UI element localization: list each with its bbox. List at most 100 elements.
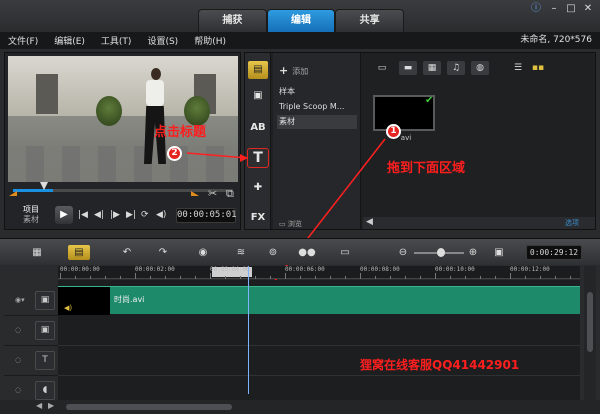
folder-item[interactable]: 素材 [277,115,357,129]
show-photos-icon[interactable]: ▦ [423,61,441,75]
video-track-lane[interactable]: ◀) 时尚.avi [58,280,580,315]
collapse-arrow-icon[interactable]: ◀ [366,217,373,227]
video-track-icon[interactable]: ▣ [35,291,55,310]
ruler-tick [75,276,76,279]
speaker-icon: ◀) [64,304,73,312]
next-frame-icon[interactable]: |▶ [110,210,120,220]
track-visibility-icon[interactable]: ◌ [15,356,21,364]
track-visibility-icon[interactable]: ◌ [15,386,21,394]
annotation-watermark: 狸窝在线客服QQ41442901 [360,358,520,372]
transition-ab-icon[interactable]: AB [248,119,268,137]
motion-tracking-icon[interactable]: ⊚ [262,245,284,260]
subtitle-editor-icon[interactable]: ▭ [334,245,356,260]
close-icon[interactable]: ✕ [580,2,596,16]
scrollbar-thumb[interactable] [66,404,232,410]
ruler-tick [375,276,376,279]
menu-help[interactable]: 帮助(H) [186,34,234,47]
scrollbar-thumb[interactable] [587,292,593,352]
preview-scrub-bar[interactable] [13,189,233,192]
menu-edit[interactable]: 编辑(E) [46,34,93,47]
voice-track-icon[interactable]: ◖ [35,381,55,400]
fx-filter-icon[interactable]: FX [248,209,268,227]
ruler-tick [510,273,511,279]
zoom-out-icon[interactable]: ⊖ [392,245,414,260]
timeline-horizontal-scrollbar[interactable]: ◀ ▶ [0,400,600,414]
folder-item[interactable]: Triple Scoop M... [279,100,359,114]
video-clip[interactable]: ◀) 时尚.avi [58,286,580,315]
tab-capture[interactable]: 捕获 [198,9,267,32]
mode-project[interactable]: 项目 [23,205,39,215]
ruler-tick [555,276,556,279]
ruler-label: 00:00:04:00 [210,266,250,273]
tab-share[interactable]: 共享 [335,9,405,32]
browse-button[interactable]: ▭ 浏览 [279,219,302,229]
zoom-slider-knob[interactable] [437,248,445,257]
menu-tools[interactable]: 工具(T) [93,34,140,47]
record-capture-icon[interactable]: ◉ [192,245,214,260]
preview-timecode[interactable]: 00:00:05:01 [176,208,237,223]
audio-mixer-icon[interactable]: ≋ [230,245,252,260]
track-visibility-icon[interactable]: ◌ [15,326,21,334]
show-audio-icon[interactable]: ♫ [447,61,465,75]
scroll-right-icon[interactable]: ▶ [48,401,54,410]
scissors-icon[interactable]: ✂ [208,187,217,200]
list-view-icon[interactable]: ☰ [509,61,527,75]
help-icon[interactable]: ⓘ [528,2,544,16]
folder-icon[interactable]: ▭ [373,61,391,75]
ruler-label: 00:00:06:00 [285,266,325,273]
library-folder-list: + 添加 样本 Triple Scoop M... 素材 ▭ 浏览 [273,53,361,229]
media-library-icon[interactable]: ▤ [248,61,268,79]
scroll-left-icon[interactable]: ◀ [36,401,42,410]
multi-camera-icon[interactable]: ●● [296,245,318,260]
timeline-ruler[interactable]: 00:00:00:00 00:00:02:00 00:00:04:00 00:00:0… [58,266,580,279]
zoom-in-icon[interactable]: ⊕ [462,245,484,260]
overlay-track-lane[interactable] [58,316,580,346]
repeat-icon[interactable]: ⟳ [141,210,149,220]
ruler-tick [150,276,151,279]
project-info: 未命名, 720*576 [520,35,592,45]
menu-file[interactable]: 文件(F) [0,34,46,47]
ruler-tick [225,276,226,279]
timeline-timecode[interactable]: 0:00:29:12 [526,245,582,260]
thumbnail-view-icon[interactable]: ▪▪ [529,61,547,75]
title-icon[interactable]: T [247,148,269,168]
undo-icon[interactable]: ↶ [116,245,138,260]
go-to-end-icon[interactable]: ▶| [126,210,136,220]
go-to-start-icon[interactable]: |◀ [78,210,88,220]
ruler-tick [240,276,241,279]
menu-settings[interactable]: 设置(S) [139,34,186,47]
title-track-icon[interactable]: T [35,351,55,370]
maximize-icon[interactable]: □ [563,2,579,16]
library-category-strip: ▤ ▣ AB T ✚ FX [245,53,271,229]
fit-project-icon[interactable]: ▣ [488,245,510,260]
ruler-label: 00:00:02:00 [135,266,175,273]
preview-mode-selector[interactable]: 项目 素材 [23,205,39,225]
redo-icon[interactable]: ↷ [152,245,174,260]
minimize-icon[interactable]: – [546,2,562,16]
play-button[interactable]: ▶ [55,206,73,224]
mode-clip[interactable]: 素材 [23,215,39,225]
tab-edit[interactable]: 编辑 [266,9,336,32]
sort-icon[interactable]: ◍ [471,61,489,75]
add-folder-button[interactable]: + 添加 [279,64,308,77]
previous-frame-icon[interactable]: ◀| [94,210,104,220]
copy-icon[interactable]: ⧉ [226,187,234,201]
folder-item[interactable]: 样本 [279,85,359,99]
ruler-tick [390,276,391,279]
show-videos-icon[interactable]: ▬ [399,61,417,75]
options-button[interactable]: 选项 [565,217,579,229]
timeline-vertical-scrollbar[interactable] [584,266,596,400]
instant-project-icon[interactable]: ▣ [248,87,268,105]
ruler-tick [435,273,436,279]
ruler-tick [90,276,91,279]
timeline-playhead[interactable] [248,266,249,394]
timeline-view-icon[interactable]: ▤ [68,245,90,260]
volume-icon[interactable]: ◀) [156,210,166,220]
track-visibility-icon[interactable]: ◉▾ [15,296,25,304]
graphic-icon[interactable]: ✚ [248,179,268,197]
overlay-track-icon[interactable]: ▣ [35,321,55,340]
storyboard-view-icon[interactable]: ▦ [26,245,48,260]
ruler-label: 00:00:10:00 [435,266,475,273]
preview-panel: ✂ ⧉ 项目 素材 ▶ |◀ ◀| |▶ ▶| ⟳ ◀) 00:00:05:01 [4,52,241,230]
ruler-tick [345,276,346,279]
